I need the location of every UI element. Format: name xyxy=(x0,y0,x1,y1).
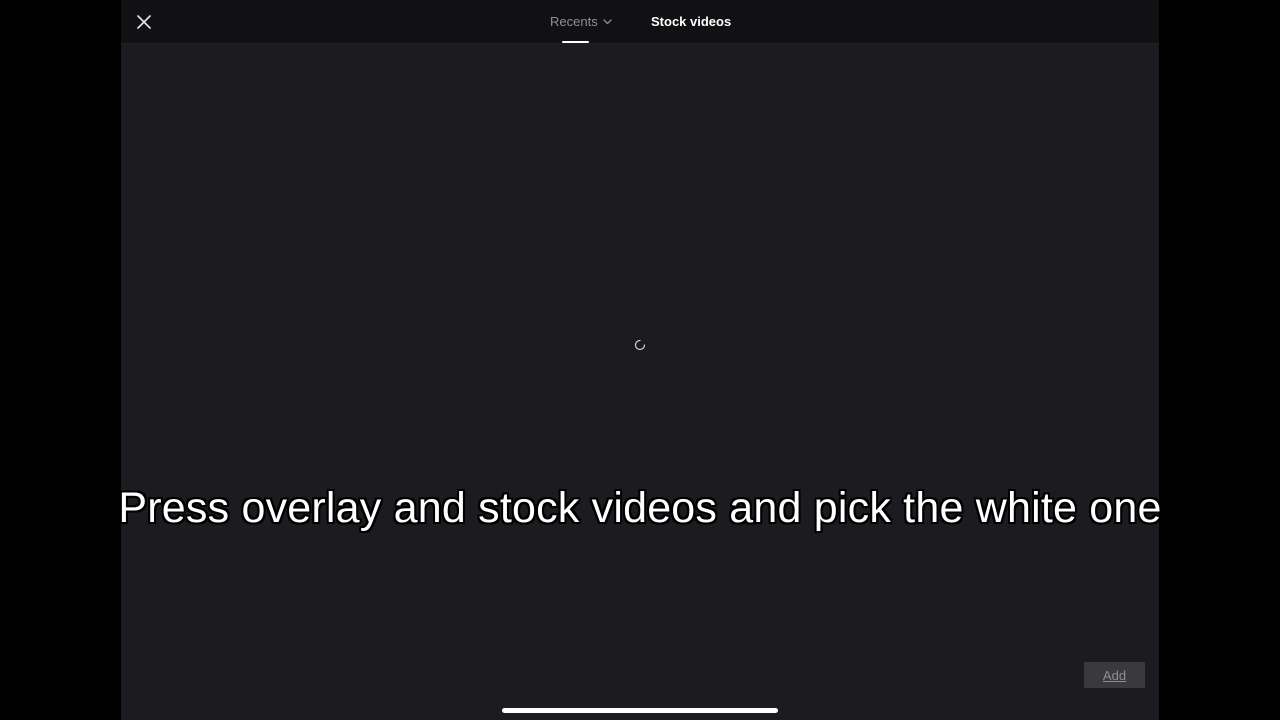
chevron-down-icon xyxy=(603,18,612,25)
tab-recents-label: Recents xyxy=(550,14,598,29)
screen: Recents Stock videos Add Press overlay a… xyxy=(0,0,1280,720)
top-bar: Recents Stock videos xyxy=(121,0,1159,44)
close-button[interactable] xyxy=(133,11,155,33)
tab-stock-videos-label: Stock videos xyxy=(651,14,732,29)
tab-stock-videos[interactable]: Stock videos xyxy=(651,0,731,43)
home-indicator[interactable] xyxy=(502,708,778,713)
add-button[interactable]: Add xyxy=(1084,662,1145,688)
media-picker-panel: Recents Stock videos Add xyxy=(121,0,1159,720)
add-button-label: Add xyxy=(1102,667,1127,683)
tab-recents[interactable]: Recents xyxy=(550,0,612,43)
instruction-caption: Press overlay and stock videos and pick … xyxy=(118,484,1162,532)
loading-spinner-icon xyxy=(634,338,646,351)
active-tab-indicator xyxy=(562,41,589,43)
close-icon xyxy=(137,15,151,29)
